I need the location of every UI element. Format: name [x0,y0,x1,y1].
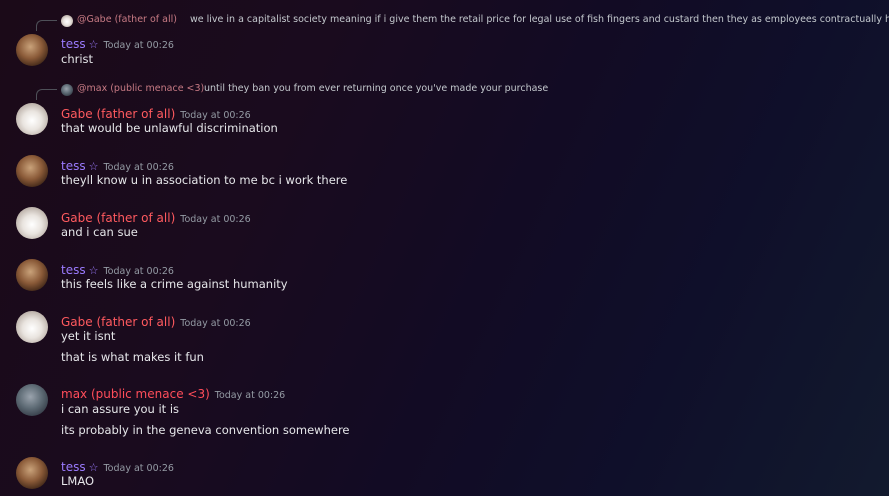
avatar[interactable] [16,103,48,135]
message-header: Gabe (father of all) Today at 00:26 [61,207,251,225]
avatar[interactable] [16,34,48,66]
message-text: christ [61,52,94,66]
reply-connector [36,89,57,100]
star-icon: ☆ [88,38,99,51]
message-header: Gabe (father of all) Today at 00:26 [61,311,251,329]
timestamp[interactable]: Today at 00:26 [103,463,173,474]
message-text: that would be unlawful discrimination [61,121,278,135]
username[interactable]: Gabe (father of all) [61,107,175,121]
message-text: this feels like a crime against humanity [61,277,288,291]
message-text: theyll know u in association to me bc i … [61,173,348,187]
message-text: that is what makes it fun [61,350,204,364]
message-text: i can assure you it is [61,402,180,416]
message-header: tess ☆ Today at 00:26 [61,456,174,474]
timestamp[interactable]: Today at 00:26 [103,266,173,277]
username[interactable]: max (public menace <3) [61,387,210,401]
reply-text: until they ban you from ever returning o… [204,83,549,94]
message-header: tess ☆ Today at 00:26 [61,155,174,173]
message-text: yet it isnt [61,329,116,343]
reply-avatar [61,84,73,96]
star-icon: ☆ [88,160,99,173]
timestamp[interactable]: Today at 00:26 [103,162,173,173]
message-header: tess ☆ Today at 00:26 [61,33,174,51]
username[interactable]: tess [61,460,86,474]
message-header: Gabe (father of all) Today at 00:26 [61,103,251,121]
avatar[interactable] [16,207,48,239]
reply-avatar [61,15,73,27]
username[interactable]: tess [61,37,86,51]
reply-connector [36,20,57,31]
avatar[interactable] [16,457,48,489]
message-header: max (public menace <3) Today at 00:26 [61,383,285,401]
reply-author[interactable]: @max (public menace <3) [77,83,204,94]
star-icon: ☆ [88,461,99,474]
avatar[interactable] [16,155,48,187]
message-text: LMAO [61,474,95,488]
username[interactable]: tess [61,159,86,173]
username[interactable]: Gabe (father of all) [61,315,175,329]
username[interactable]: Gabe (father of all) [61,211,175,225]
message-text: its probably in the geneva convention so… [61,423,350,437]
reply-text: we live in a capitalist society meaning … [190,14,889,25]
timestamp[interactable]: Today at 00:26 [103,40,173,51]
avatar[interactable] [16,384,48,416]
message-text: and i can sue [61,225,138,239]
timestamp[interactable]: Today at 00:26 [215,390,285,401]
avatar[interactable] [16,311,48,343]
timestamp[interactable]: Today at 00:26 [180,214,250,225]
message-header: tess ☆ Today at 00:26 [61,259,174,277]
reply-author[interactable]: @Gabe (father of all) [77,14,177,25]
timestamp[interactable]: Today at 00:26 [180,318,250,329]
star-icon: ☆ [88,264,99,277]
timestamp[interactable]: Today at 00:26 [180,110,250,121]
username[interactable]: tess [61,263,86,277]
avatar[interactable] [16,259,48,291]
